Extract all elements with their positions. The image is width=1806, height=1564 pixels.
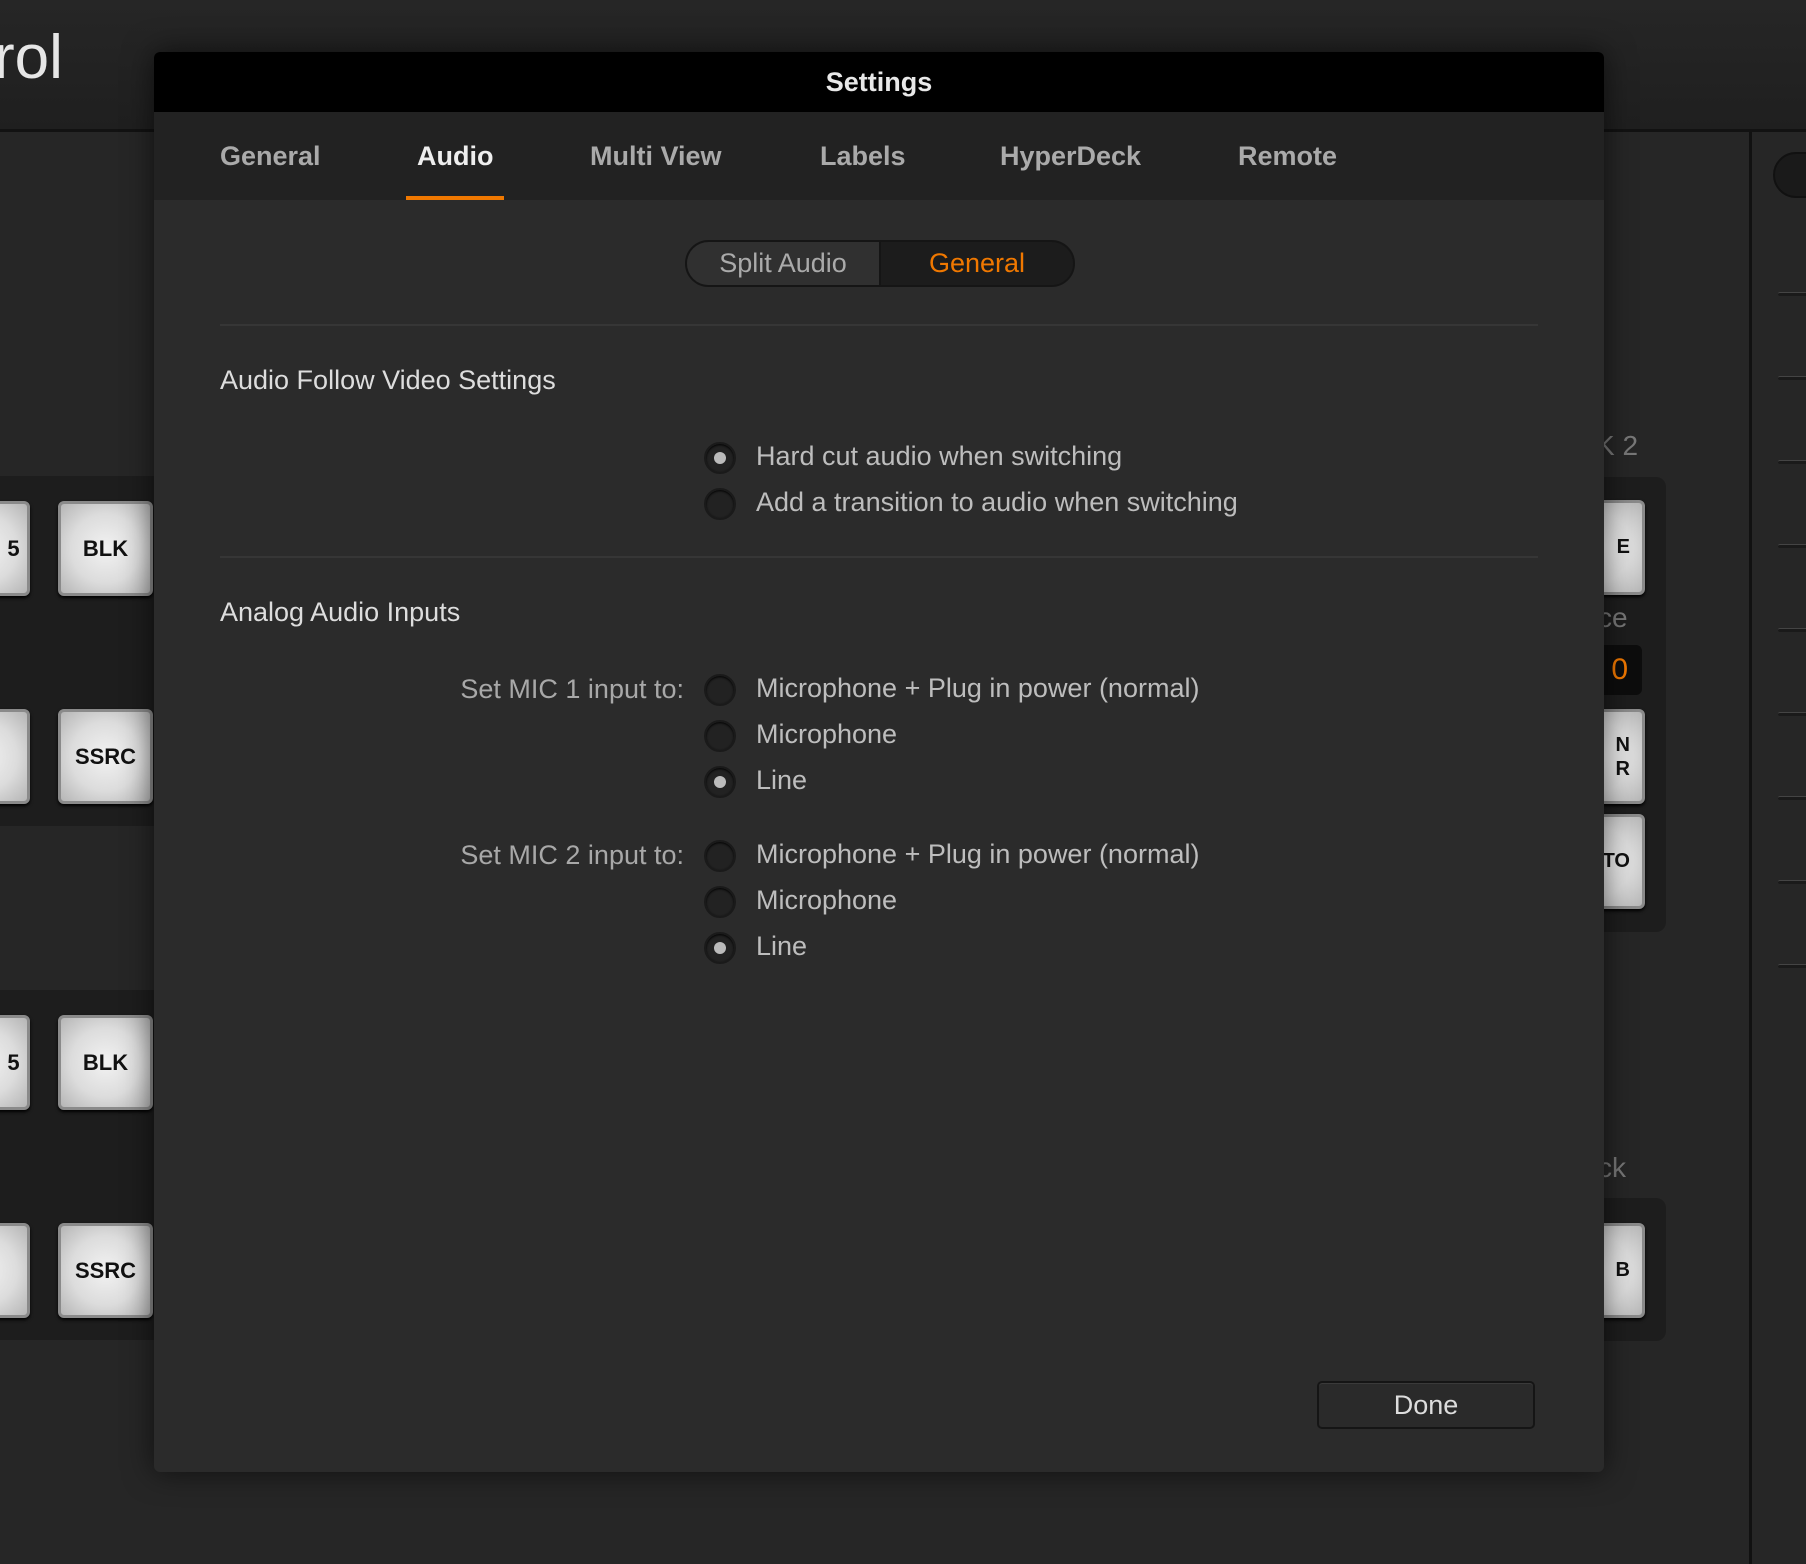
audio-subsection-toggle: Split Audio General	[685, 240, 1075, 287]
tbar-tick	[1778, 964, 1806, 968]
radio-mic1-microphone[interactable]	[704, 720, 736, 752]
dialog-title: Settings	[154, 52, 1604, 112]
tab-audio[interactable]: Audio	[406, 112, 505, 200]
radio-label: Microphone	[756, 885, 898, 915]
segment-split-audio[interactable]: Split Audio	[687, 242, 881, 285]
partial-source-button[interactable]	[0, 709, 30, 804]
partial-source-button[interactable]: 5	[0, 1015, 30, 1110]
radio-label: Hard cut audio when switching	[756, 441, 1123, 471]
tab-multi-view[interactable]: Multi View	[579, 112, 733, 200]
radio-mic2-plug-in-power[interactable]	[704, 840, 736, 872]
mic1-label: Set MIC 1 input to:	[460, 674, 684, 704]
tbar-tick	[1778, 880, 1806, 884]
radio-label: Microphone + Plug in power (normal)	[756, 839, 1200, 869]
mic2-label: Set MIC 2 input to:	[460, 840, 684, 870]
radio-mic1-line[interactable]	[704, 766, 736, 798]
radio-mic1-plug-in-power[interactable]	[704, 674, 736, 706]
segment-general[interactable]: General	[881, 242, 1073, 285]
tbar-tick	[1778, 292, 1806, 296]
partial-source-button[interactable]: 5	[0, 501, 30, 596]
divider	[220, 556, 1538, 558]
radio-mic2-microphone[interactable]	[704, 886, 736, 918]
ssrc-button[interactable]: SSRC	[58, 1223, 153, 1318]
tab-hyperdeck[interactable]: HyperDeck	[989, 112, 1152, 200]
radio-transition[interactable]	[704, 488, 736, 520]
tab-general[interactable]: General	[209, 112, 332, 200]
radio-hard-cut[interactable]	[704, 442, 736, 474]
tbar-tick	[1778, 544, 1806, 548]
tbar-tick	[1778, 796, 1806, 800]
radio-label: Microphone + Plug in power (normal)	[756, 673, 1200, 703]
tbar-tick	[1778, 376, 1806, 380]
afv-heading: Audio Follow Video Settings	[220, 365, 556, 395]
analog-heading: Analog Audio Inputs	[220, 597, 461, 627]
tab-labels[interactable]: Labels	[809, 112, 917, 200]
tab-remote[interactable]: Remote	[1227, 112, 1348, 200]
done-button[interactable]: Done	[1317, 1381, 1535, 1429]
tab-bar: General Audio Multi View Labels HyperDec…	[154, 112, 1604, 200]
app-title: rol	[0, 23, 63, 92]
settings-dialog: Settings General Audio Multi View Labels…	[154, 52, 1604, 1472]
radio-label: Microphone	[756, 719, 898, 749]
blk-button[interactable]: BLK	[58, 1015, 153, 1110]
radio-label: Add a transition to audio when switching	[756, 487, 1238, 517]
tbar-handle[interactable]	[1773, 152, 1806, 198]
partial-source-button[interactable]	[0, 1223, 30, 1318]
blk-button[interactable]: BLK	[58, 501, 153, 596]
radio-mic2-line[interactable]	[704, 932, 736, 964]
radio-label: Line	[756, 765, 808, 795]
tbar-tick	[1778, 628, 1806, 632]
panel-divider	[1749, 132, 1752, 1564]
radio-label: Line	[756, 931, 808, 961]
tbar-tick	[1778, 460, 1806, 464]
divider	[220, 324, 1538, 326]
ssrc-button[interactable]: SSRC	[58, 709, 153, 804]
tbar-tick	[1778, 712, 1806, 716]
